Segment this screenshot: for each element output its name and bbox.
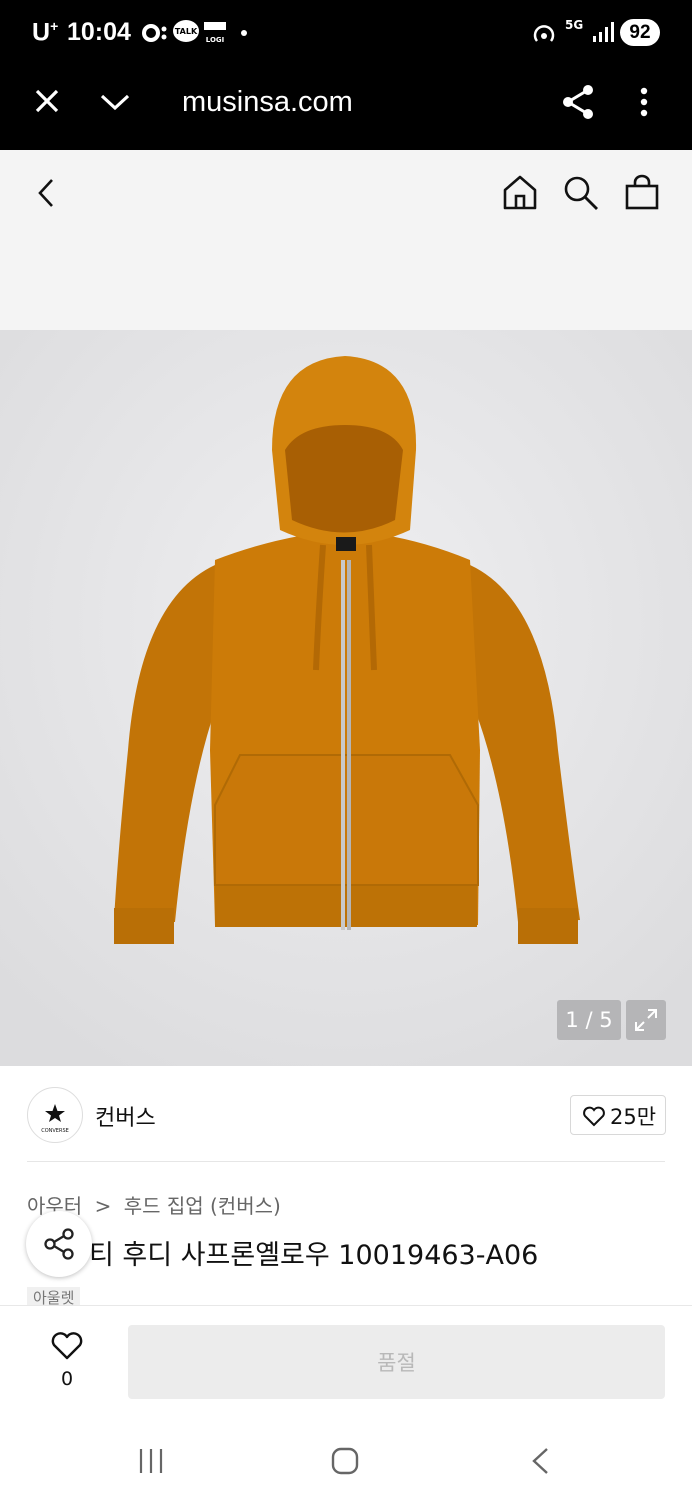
share-icon [44,1228,74,1260]
search-icon[interactable] [563,175,599,211]
product-image[interactable] [0,330,692,1066]
home-icon[interactable] [502,174,538,210]
share-button[interactable] [26,1211,92,1277]
brand-name[interactable]: 컨버스 [95,1100,156,1132]
talk-icon: TALK [173,20,199,42]
expand-button[interactable] [626,1000,666,1040]
battery-indicator: 92 [620,19,660,46]
expand-icon [635,1009,657,1031]
sold-out-button[interactable]: 품절 [128,1325,665,1399]
bag-icon[interactable] [624,174,660,210]
more-icon[interactable] [638,86,650,118]
chevron-down-icon[interactable] [99,92,131,112]
share-icon[interactable] [561,84,595,120]
clock: 10:04 [67,18,131,46]
hotspot-icon [533,25,555,42]
recent-apps-icon[interactable] [138,1448,166,1474]
hoodie-image [0,330,692,1066]
converse-star-icon: CONVERSE [41,1104,69,1134]
product-title: 티 후디 사프론옐로우 10019463-A06 [27,1233,538,1272]
notification-dot-icon [142,24,167,42]
heart-icon [583,1106,605,1127]
url-field[interactable]: musinsa.com [182,86,353,119]
carrier: U+ [32,18,58,47]
breadcrumb-separator: > [94,1194,112,1218]
browser-toolbar: musinsa.com [0,64,692,150]
signal-icon [593,22,614,42]
logi-icon: LOGI [204,22,226,44]
brand-logo[interactable]: CONVERSE [27,1087,83,1143]
system-nav-bar [0,1415,692,1500]
carrier-label: U [32,18,51,47]
network-type: 5G [565,18,584,32]
status-bar: U+ 10:04 TALK LOGI 5G 92 [0,0,692,64]
divider [27,1161,665,1162]
carrier-sup: + [50,18,59,34]
back-nav-icon[interactable] [529,1447,551,1475]
app-header [0,150,692,330]
dot-icon [241,30,247,36]
home-nav-icon[interactable] [331,1447,359,1475]
back-icon[interactable] [36,177,56,209]
svg-text:CONVERSE: CONVERSE [41,1128,69,1134]
breadcrumb-item-hoodie-zipup[interactable]: 후드 집업 (컨버스) [124,1194,281,1218]
image-counter: 1 / 5 [557,1000,621,1040]
wish-count: 0 [60,1368,74,1390]
close-icon[interactable] [34,88,60,114]
product-title-text: 티 후디 사프론옐로우 10019463-A06 [89,1240,539,1271]
outlet-badge: 아울렛 [27,1287,81,1305]
like-count: 25만 [610,1105,657,1129]
heart-icon[interactable] [50,1331,84,1361]
